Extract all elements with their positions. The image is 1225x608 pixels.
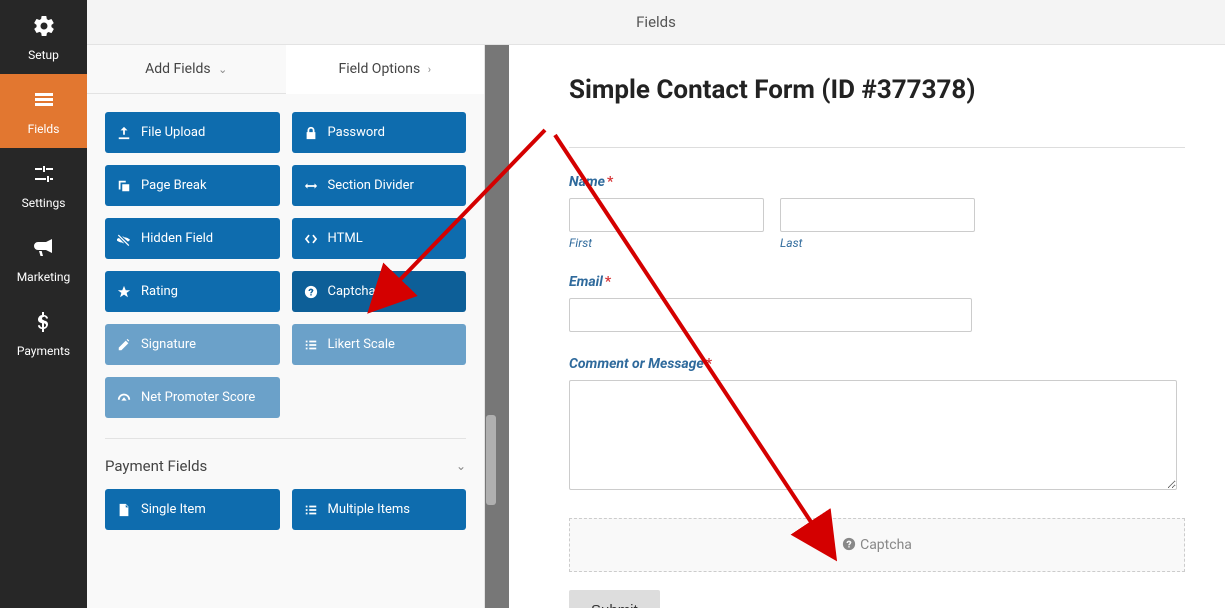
- field-label: Page Break: [141, 178, 207, 193]
- field-section-divider[interactable]: Section Divider: [292, 165, 467, 206]
- comment-textarea[interactable]: [569, 380, 1177, 490]
- field-net-promoter-score[interactable]: Net Promoter Score: [105, 377, 280, 418]
- first-name-input[interactable]: [569, 198, 764, 232]
- comment-label: Comment or Message*: [569, 356, 1185, 372]
- nav-label: Setup: [28, 48, 59, 62]
- list-ul-icon: [304, 338, 318, 352]
- nav-sidebar: Setup Fields Settings Marketing Payments: [0, 0, 87, 608]
- form-preview: Simple Contact Form (ID #377378) Name* F…: [509, 45, 1225, 608]
- required-asterisk: *: [706, 356, 712, 372]
- divider: [569, 147, 1185, 148]
- name-field-row[interactable]: Name* First Last: [569, 174, 1185, 250]
- label-text: Email: [569, 274, 603, 290]
- nav-label: Payments: [17, 344, 70, 358]
- chevron-down-icon: ⌄: [456, 459, 466, 473]
- field-html[interactable]: HTML: [292, 218, 467, 259]
- field-hidden-field[interactable]: Hidden Field: [105, 218, 280, 259]
- section-title: Payment Fields: [105, 457, 207, 475]
- question-circle-icon: [842, 537, 856, 551]
- tab-field-options[interactable]: Field Options ›: [286, 45, 485, 94]
- nav-label: Marketing: [17, 270, 71, 284]
- field-password[interactable]: Password: [292, 112, 467, 153]
- field-label: Multiple Items: [328, 502, 410, 517]
- submit-button[interactable]: Submit: [569, 590, 660, 608]
- field-label: HTML: [328, 231, 363, 246]
- tab-label: Field Options: [338, 61, 420, 77]
- label-text: Name: [569, 174, 605, 190]
- list-icon: [4, 88, 83, 118]
- required-asterisk: *: [607, 174, 613, 190]
- nav-label: Fields: [28, 122, 60, 136]
- field-label: Section Divider: [328, 178, 414, 193]
- question-circle-icon: [304, 285, 318, 299]
- field-file-upload[interactable]: File Upload: [105, 112, 280, 153]
- field-multiple-items[interactable]: Multiple Items: [292, 489, 467, 530]
- lock-icon: [304, 126, 318, 140]
- top-header: Fields: [87, 0, 1225, 45]
- form-title: Simple Contact Form (ID #377378): [569, 75, 1185, 105]
- captcha-placeholder-row[interactable]: Captcha: [569, 518, 1185, 572]
- field-signature[interactable]: Signature: [105, 324, 280, 365]
- field-label: Hidden Field: [141, 231, 213, 246]
- label-text: Comment or Message: [569, 356, 704, 372]
- field-rating[interactable]: Rating: [105, 271, 280, 312]
- payment-fields-section-header[interactable]: Payment Fields ⌄: [105, 438, 466, 489]
- chevron-right-icon: ›: [428, 63, 431, 76]
- name-label: Name*: [569, 174, 1185, 190]
- code-icon: [304, 232, 318, 246]
- nav-payments[interactable]: Payments: [0, 296, 87, 370]
- last-sublabel: Last: [780, 236, 975, 250]
- tab-label: Add Fields: [145, 61, 211, 77]
- field-label: Likert Scale: [328, 337, 395, 352]
- nav-settings[interactable]: Settings: [0, 148, 87, 222]
- fancy-fields-grid: File Upload Password Page Break Section …: [105, 112, 466, 432]
- field-label: Password: [328, 125, 385, 140]
- chevron-down-icon: ⌄: [218, 63, 227, 76]
- tab-add-fields[interactable]: Add Fields ⌄: [87, 45, 286, 94]
- payment-fields-grid: Single Item Multiple Items: [105, 489, 466, 544]
- file-icon: [117, 503, 131, 517]
- field-likert-scale[interactable]: Likert Scale: [292, 324, 467, 365]
- tachometer-icon: [117, 391, 131, 405]
- nav-label: Settings: [22, 196, 66, 210]
- captcha-placeholder-text: Captcha: [860, 537, 912, 553]
- last-name-input[interactable]: [780, 198, 975, 232]
- email-input[interactable]: [569, 298, 972, 332]
- email-label: Email*: [569, 274, 1185, 290]
- gear-icon: [4, 14, 83, 44]
- fields-panel: Add Fields ⌄ Field Options › File Upload…: [87, 45, 485, 608]
- first-sublabel: First: [569, 236, 764, 250]
- nav-marketing[interactable]: Marketing: [0, 222, 87, 296]
- dollar-icon: [4, 310, 83, 340]
- arrows-h-icon: [304, 179, 318, 193]
- bullhorn-icon: [4, 236, 83, 266]
- field-label: Net Promoter Score: [141, 390, 255, 405]
- nav-setup[interactable]: Setup: [0, 0, 87, 74]
- field-label: Signature: [141, 337, 196, 352]
- header-title: Fields: [636, 13, 676, 31]
- panel-resize-gutter[interactable]: [485, 45, 509, 608]
- required-asterisk: *: [605, 274, 611, 290]
- sliders-icon: [4, 162, 83, 192]
- field-label: File Upload: [141, 125, 205, 140]
- eye-slash-icon: [117, 232, 131, 246]
- field-page-break[interactable]: Page Break: [105, 165, 280, 206]
- pencil-icon: [117, 338, 131, 352]
- field-captcha[interactable]: Captcha: [292, 271, 467, 312]
- field-label: Captcha: [328, 284, 376, 299]
- field-label: Single Item: [141, 502, 206, 517]
- field-label: Rating: [141, 284, 178, 299]
- field-single-item[interactable]: Single Item: [105, 489, 280, 530]
- star-icon: [117, 285, 131, 299]
- nav-fields[interactable]: Fields: [0, 74, 87, 148]
- panel-tabs: Add Fields ⌄ Field Options ›: [87, 45, 484, 94]
- upload-icon: [117, 126, 131, 140]
- list-ul-icon: [304, 503, 318, 517]
- copy-icon: [117, 179, 131, 193]
- email-field-row[interactable]: Email*: [569, 274, 1185, 332]
- comment-field-row[interactable]: Comment or Message*: [569, 356, 1185, 494]
